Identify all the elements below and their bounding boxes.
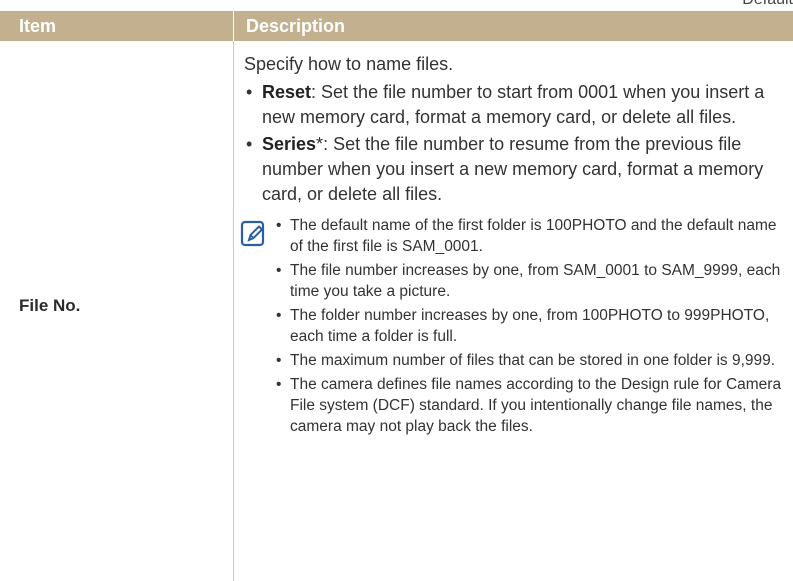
table-row: File No. Specify how to name files. • Re… (0, 41, 793, 581)
bullet: • (276, 376, 282, 393)
item-name: File No. (19, 296, 81, 315)
note-item: • The camera defines file names according… (274, 374, 783, 437)
note-item: • The folder number increases by one, fro… (274, 305, 783, 347)
option-text: : Set the file number to resume from the… (262, 134, 764, 204)
bullet: • (276, 352, 282, 369)
note-box: • The default name of the first folder is… (240, 215, 783, 440)
note-text: The folder number increases by one, from… (290, 307, 770, 345)
header-description: Description (233, 11, 793, 41)
bullet: • (276, 262, 282, 279)
note-text: The file number increases by one, from S… (290, 262, 781, 300)
option-list: • Reset: Set the file number to start fr… (242, 80, 783, 207)
note-item: • The file number increases by one, from … (274, 260, 783, 302)
option-name: Reset (262, 82, 312, 102)
table-header: Item Description (0, 11, 793, 41)
settings-table: Item Description File No. Specify how to… (0, 11, 793, 581)
bullet: • (276, 307, 282, 324)
option-name: Series (262, 134, 317, 154)
note-item: • The default name of the first folder is… (274, 215, 783, 257)
option-text: : Set the file number to start from 0001… (262, 82, 765, 127)
option-item: • Reset: Set the file number to start fr… (242, 80, 783, 130)
note-text: The default name of the first folder is … (290, 217, 777, 255)
note-text: The camera defines file names according … (290, 376, 782, 435)
description-intro: Specify how to name files. (244, 54, 454, 74)
note-pencil-icon (240, 219, 274, 440)
description-cell: Specify how to name files. • Reset: Set … (234, 41, 793, 581)
option-item: • Series*: Set the file number to resume… (242, 132, 783, 207)
bullet: • (246, 82, 253, 102)
default-label: Default (742, 0, 793, 9)
bullet: • (276, 217, 282, 234)
note-list: • The default name of the first folder is… (274, 215, 783, 440)
header-item: Item (19, 15, 57, 36)
note-item: • The maximum number of files that can be… (274, 350, 783, 371)
option-suffix: * (316, 134, 324, 154)
note-text: The maximum number of files that can be … (290, 352, 776, 369)
bullet: • (246, 134, 253, 154)
